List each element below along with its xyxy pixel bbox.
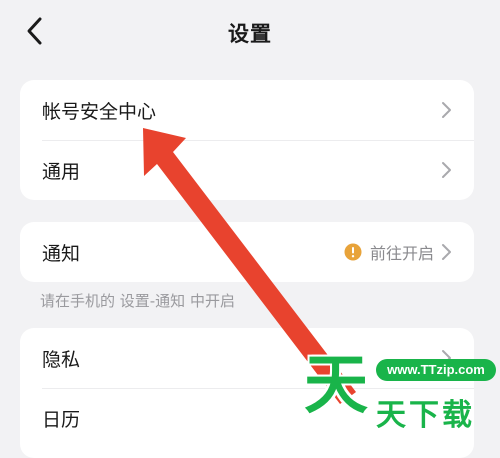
page-title: 设置 [228,22,272,46]
chevron-right-icon [440,161,452,179]
chevron-right-icon [440,243,452,261]
notification-hint: 请在手机的 设置-通知 中开启 [40,292,235,310]
nav-header: 设置 [0,0,500,66]
settings-group-account: 帐号安全中心 通用 [20,80,474,200]
watermark-big-char: 天 [304,349,368,423]
settings-item-notification[interactable]: 通知 前往开启 [20,222,474,282]
settings-item-general[interactable]: 通用 [20,140,474,200]
chevron-right-icon [440,101,452,119]
settings-item-label: 帐号安全中心 [42,100,157,123]
watermark-text: 天下载 [376,398,475,433]
settings-item-label: 通用 [42,160,81,183]
notification-status-value: 前往开启 [369,244,434,263]
watermark-url: www.TTzip.com [376,359,496,381]
settings-item-account-security[interactable]: 帐号安全中心 [20,80,474,140]
warning-icon [344,243,362,261]
settings-item-label: 通知 [42,242,81,265]
watermark-logo: 天 www.TTzip.com 天下载 [300,352,500,443]
settings-group-notification: 通知 前往开启 [20,222,474,282]
